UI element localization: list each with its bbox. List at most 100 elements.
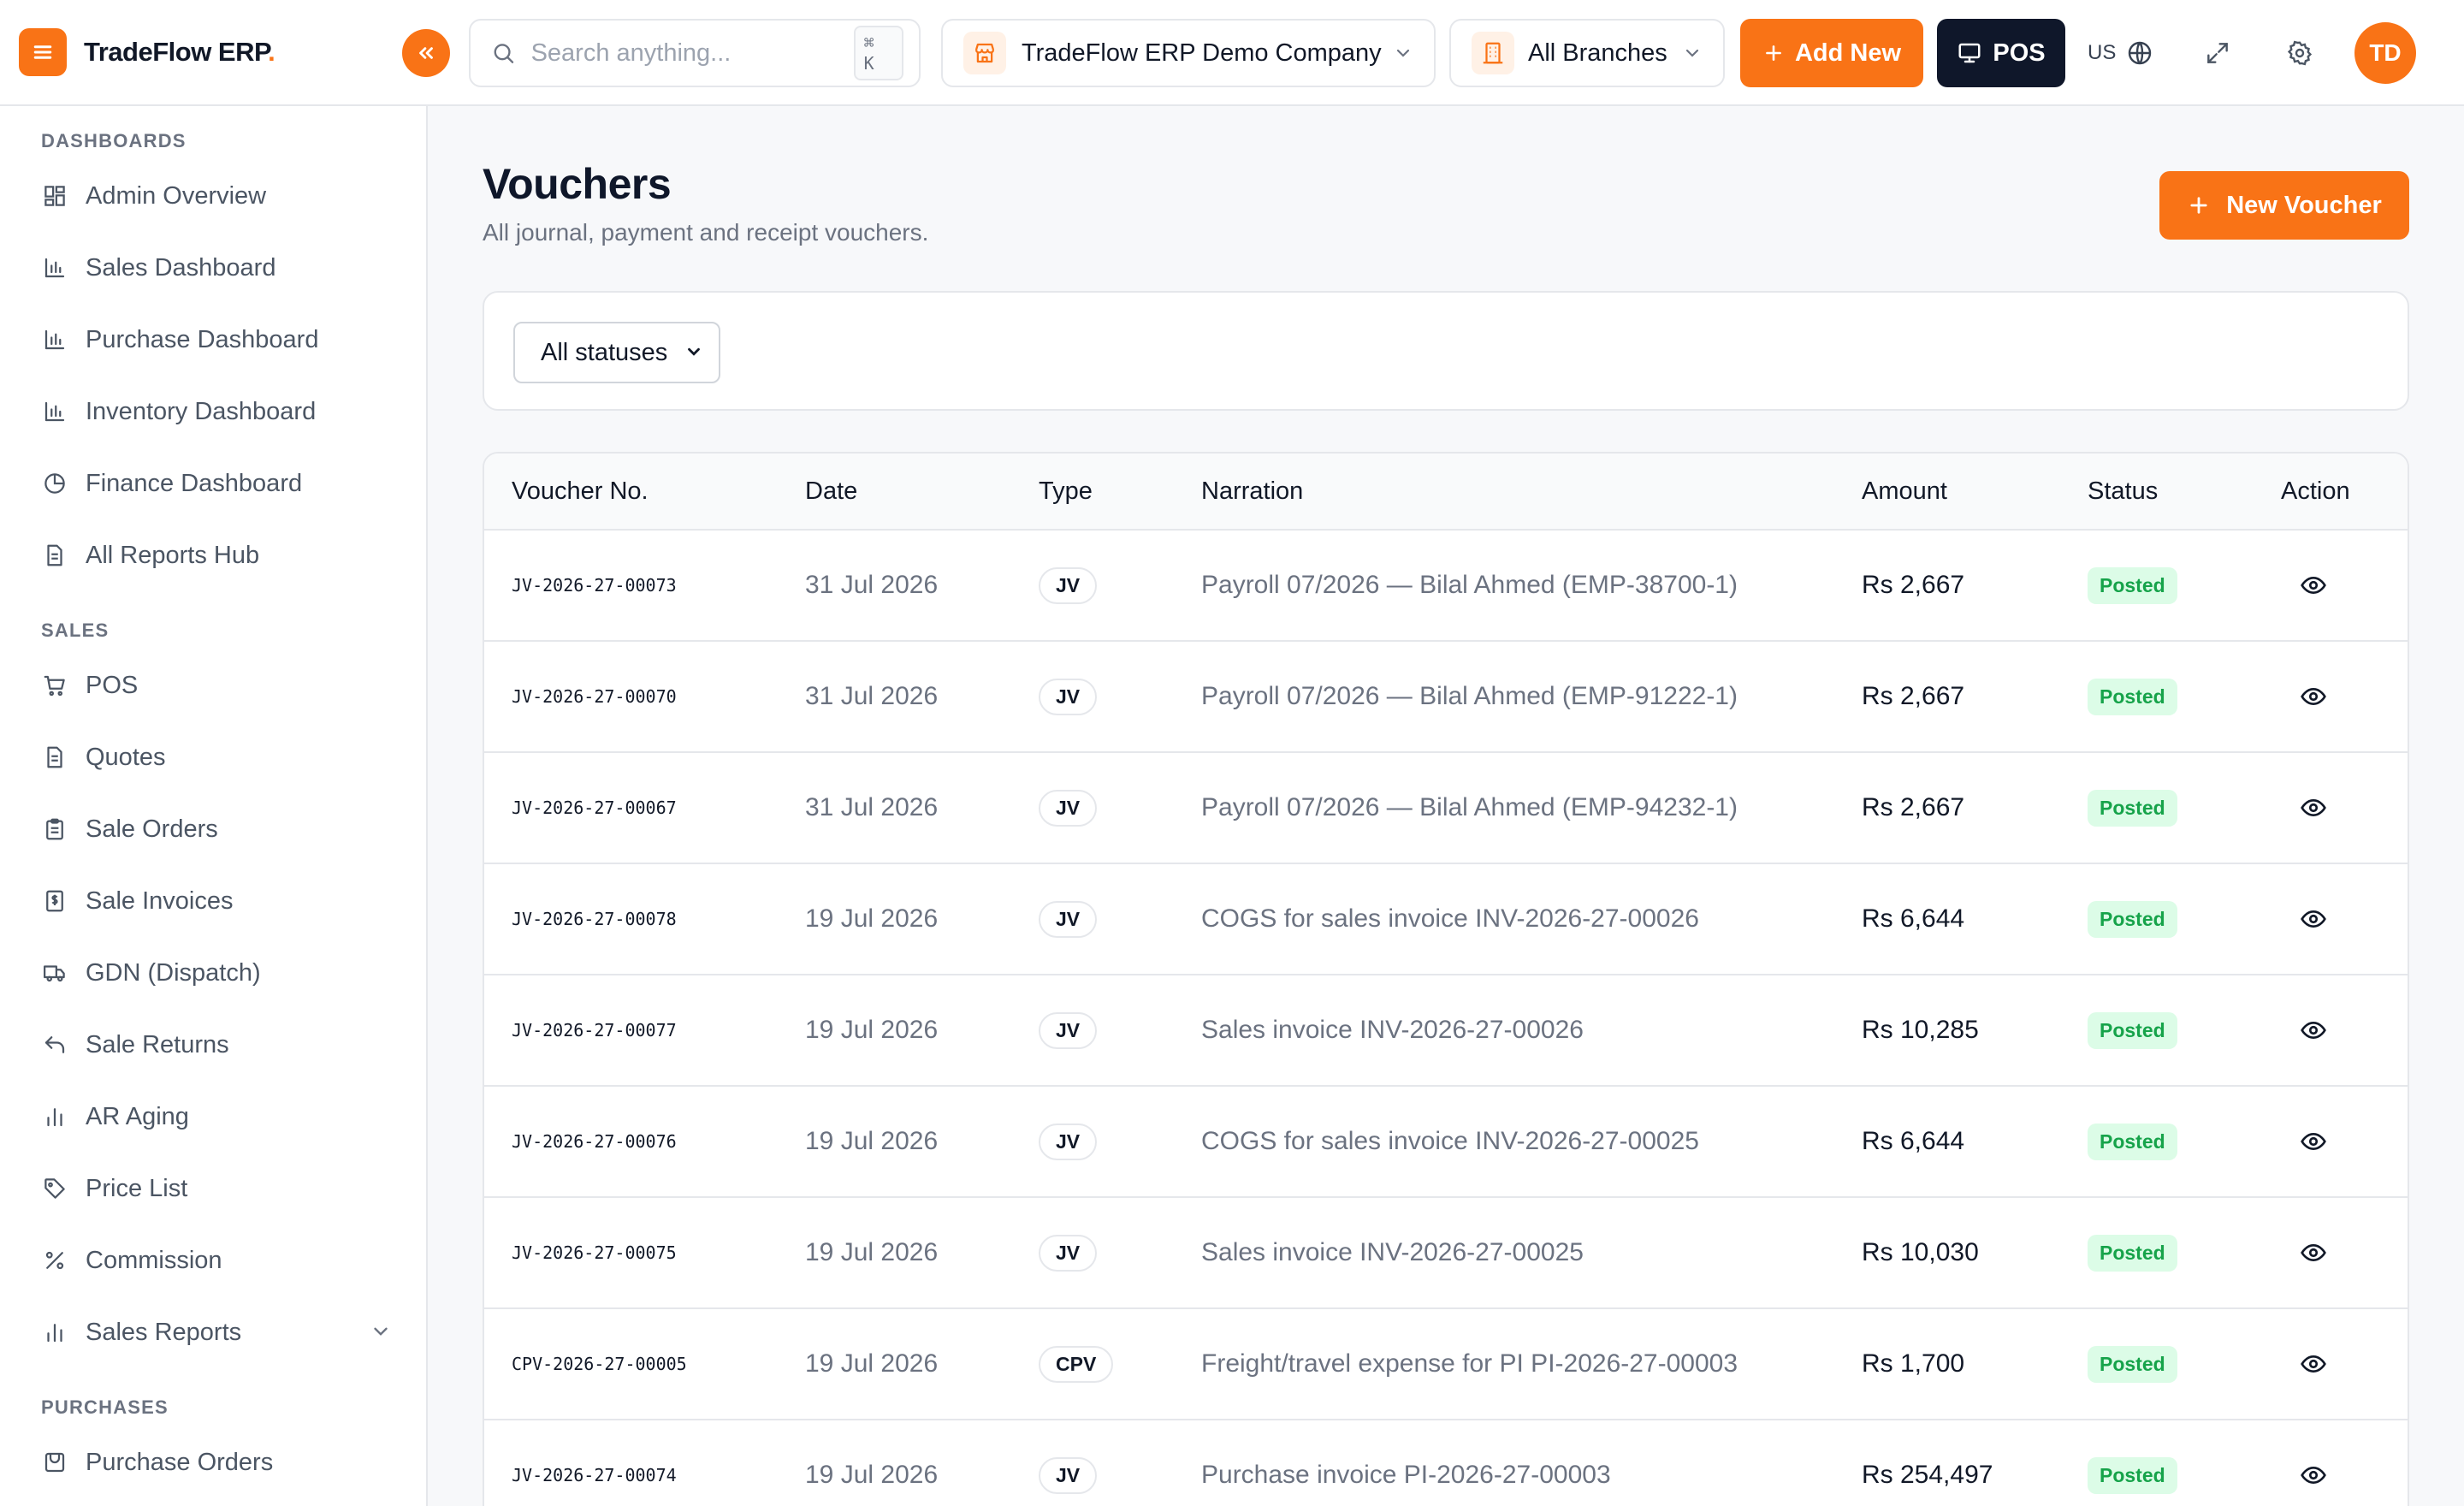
voucher-amount: Rs 6,644 xyxy=(1862,904,1965,933)
eye-icon[interactable] xyxy=(2296,568,2331,602)
search-input[interactable] xyxy=(530,39,854,68)
bar-chart-icon xyxy=(41,1103,68,1130)
sidebar-item-admin-overview[interactable]: Admin Overview xyxy=(41,172,400,220)
plus-icon xyxy=(2190,197,2207,214)
brand-name: TradeFlow ERP. xyxy=(84,37,275,67)
table-row[interactable]: JV-2026-27-00077 19 Jul 2026 JV Sales invoi… xyxy=(484,975,2408,1087)
voucher-number[interactable]: JV-2026-27-00077 xyxy=(512,1020,677,1041)
voucher-date: 19 Jul 2026 xyxy=(805,1238,939,1266)
sidebar-item-label: Commission xyxy=(86,1246,222,1274)
eye-icon[interactable] xyxy=(2296,902,2331,936)
filter-bar: All statuses xyxy=(483,291,2409,411)
chevron-down-icon xyxy=(1396,49,1410,57)
voucher-number[interactable]: JV-2026-27-00078 xyxy=(512,909,677,929)
column-header-status[interactable]: Status xyxy=(2088,477,2158,506)
sidebar-item-sale-invoices[interactable]: Sale Invoices xyxy=(41,877,400,925)
status-filter-select[interactable]: All statuses xyxy=(513,322,720,383)
globe-icon xyxy=(2129,41,2152,65)
brand[interactable]: TradeFlow ERP. xyxy=(19,27,275,77)
sidebar-item-inventory-dashboard[interactable]: Inventory Dashboard xyxy=(41,388,400,436)
tag-icon xyxy=(41,1175,68,1202)
sidebar-item-label: Inventory Dashboard xyxy=(86,397,317,425)
voucher-number[interactable]: CPV-2026-27-00005 xyxy=(512,1354,687,1374)
user-avatar[interactable]: TD xyxy=(2354,22,2416,84)
table-row[interactable]: JV-2026-27-00075 19 Jul 2026 JV Sales invoi… xyxy=(484,1198,2408,1309)
eye-icon[interactable] xyxy=(2296,1236,2331,1270)
status-badge: Posted xyxy=(2088,789,2177,827)
column-header-date[interactable]: Date xyxy=(805,477,857,506)
voucher-date: 19 Jul 2026 xyxy=(805,1016,939,1044)
sidebar-item-sale-orders[interactable]: Sale Orders xyxy=(41,805,400,853)
new-voucher-label: New Voucher xyxy=(2226,191,2382,219)
sidebar-item-label: POS xyxy=(86,671,139,699)
sidebar-item-all-reports-hub[interactable]: All Reports Hub xyxy=(41,531,400,579)
table-row[interactable]: JV-2026-27-00076 19 Jul 2026 JV COGS for sa… xyxy=(484,1087,2408,1198)
voucher-type-badge: JV xyxy=(1039,1234,1098,1272)
pos-button[interactable]: POS xyxy=(1937,19,2065,87)
voucher-narration: Payroll 07/2026 — Bilal Ahmed (EMP-38700… xyxy=(1201,571,1738,599)
voucher-number[interactable]: JV-2026-27-00073 xyxy=(512,575,677,596)
new-voucher-button[interactable]: New Voucher xyxy=(2159,171,2409,240)
fullscreen-button[interactable] xyxy=(2200,36,2235,70)
table-row[interactable]: JV-2026-27-00070 31 Jul 2026 JV Payroll 07/… xyxy=(484,642,2408,753)
column-header-amount[interactable]: Amount xyxy=(1862,477,1947,506)
voucher-amount: Rs 10,285 xyxy=(1862,1016,1979,1044)
sidebar-item-pos[interactable]: POS xyxy=(41,661,400,709)
sidebar-item-gdn-dispatch[interactable]: GDN (Dispatch) xyxy=(41,949,400,997)
voucher-number[interactable]: JV-2026-27-00076 xyxy=(512,1131,677,1152)
eye-icon[interactable] xyxy=(2296,679,2331,714)
sidebar-item-purchase-dashboard[interactable]: Purchase Dashboard xyxy=(41,316,400,364)
settings-button[interactable] xyxy=(2283,36,2317,70)
column-header-type[interactable]: Type xyxy=(1039,477,1093,506)
sidebar-item-label: Price List xyxy=(86,1174,188,1202)
voucher-number[interactable]: JV-2026-27-00067 xyxy=(512,797,677,818)
status-badge: Posted xyxy=(2088,566,2177,604)
sidebar-item-commission[interactable]: Commission xyxy=(41,1236,400,1284)
sidebar-item-sale-returns[interactable]: Sale Returns xyxy=(41,1021,400,1069)
sidebar-item-label: Sale Orders xyxy=(86,815,218,843)
document-icon xyxy=(41,744,68,771)
voucher-narration: COGS for sales invoice INV-2026-27-00026 xyxy=(1201,904,1699,933)
voucher-type-badge: JV xyxy=(1039,789,1098,827)
voucher-amount: Rs 6,644 xyxy=(1862,1127,1965,1155)
table-row[interactable]: JV-2026-27-00073 31 Jul 2026 JV Payroll 07/… xyxy=(484,531,2408,642)
table-row[interactable]: JV-2026-27-00067 31 Jul 2026 JV Payroll 07/… xyxy=(484,753,2408,864)
eye-icon[interactable] xyxy=(2296,1013,2331,1047)
eye-icon[interactable] xyxy=(2296,791,2331,825)
sidebar-item-finance-dashboard[interactable]: Finance Dashboard xyxy=(41,460,400,507)
sidebar-item-ar-aging[interactable]: AR Aging xyxy=(41,1093,400,1141)
eye-icon[interactable] xyxy=(2296,1347,2331,1381)
company-selector[interactable]: TradeFlow ERP Demo Company xyxy=(941,19,1436,87)
sidebar-item-sales-reports[interactable]: Sales Reports xyxy=(41,1308,400,1356)
column-header-voucher-no[interactable]: Voucher No. xyxy=(512,477,649,506)
voucher-number[interactable]: JV-2026-27-00075 xyxy=(512,1242,677,1263)
table-header: Voucher No. Date Type Narration Amount S… xyxy=(484,454,2408,531)
global-search[interactable]: ⌘ K xyxy=(469,19,921,87)
sidebar-section-sales: SALES xyxy=(41,620,110,641)
table-row[interactable]: JV-2026-27-00074 19 Jul 2026 JV Purchase in… xyxy=(484,1420,2408,1506)
sidebar-item-label: Sale Returns xyxy=(86,1030,229,1058)
eye-icon[interactable] xyxy=(2296,1124,2331,1159)
voucher-type-badge: JV xyxy=(1039,566,1098,604)
sidebar-section-purchases: PURCHASES xyxy=(41,1396,169,1418)
bar-chart-icon xyxy=(41,326,68,353)
eye-icon[interactable] xyxy=(2296,1458,2331,1492)
sidebar-item-label: GDN (Dispatch) xyxy=(86,958,261,987)
sidebar-item-purchase-orders[interactable]: Purchase Orders xyxy=(41,1438,400,1486)
voucher-type-badge: JV xyxy=(1039,1456,1098,1494)
language-switcher[interactable]: US xyxy=(2088,34,2153,72)
sidebar-item-quotes[interactable]: Quotes xyxy=(41,733,400,781)
table-row[interactable]: CPV-2026-27-00005 19 Jul 2026 CPV Freight/t… xyxy=(484,1309,2408,1420)
collapse-sidebar-button[interactable] xyxy=(402,29,450,77)
table-row[interactable]: JV-2026-27-00078 19 Jul 2026 JV COGS for sa… xyxy=(484,864,2408,975)
clipboard-icon xyxy=(41,815,68,843)
column-header-narration[interactable]: Narration xyxy=(1201,477,1303,506)
voucher-number[interactable]: JV-2026-27-00070 xyxy=(512,686,677,707)
add-new-button[interactable]: Add New xyxy=(1740,19,1923,87)
sidebar-item-sales-dashboard[interactable]: Sales Dashboard xyxy=(41,244,400,292)
sidebar-item-price-list[interactable]: Price List xyxy=(41,1165,400,1213)
bar-chart-icon xyxy=(41,398,68,425)
branch-selector[interactable]: All Branches xyxy=(1449,19,1725,87)
voucher-number[interactable]: JV-2026-27-00074 xyxy=(512,1465,677,1485)
pie-chart-icon xyxy=(41,470,68,497)
